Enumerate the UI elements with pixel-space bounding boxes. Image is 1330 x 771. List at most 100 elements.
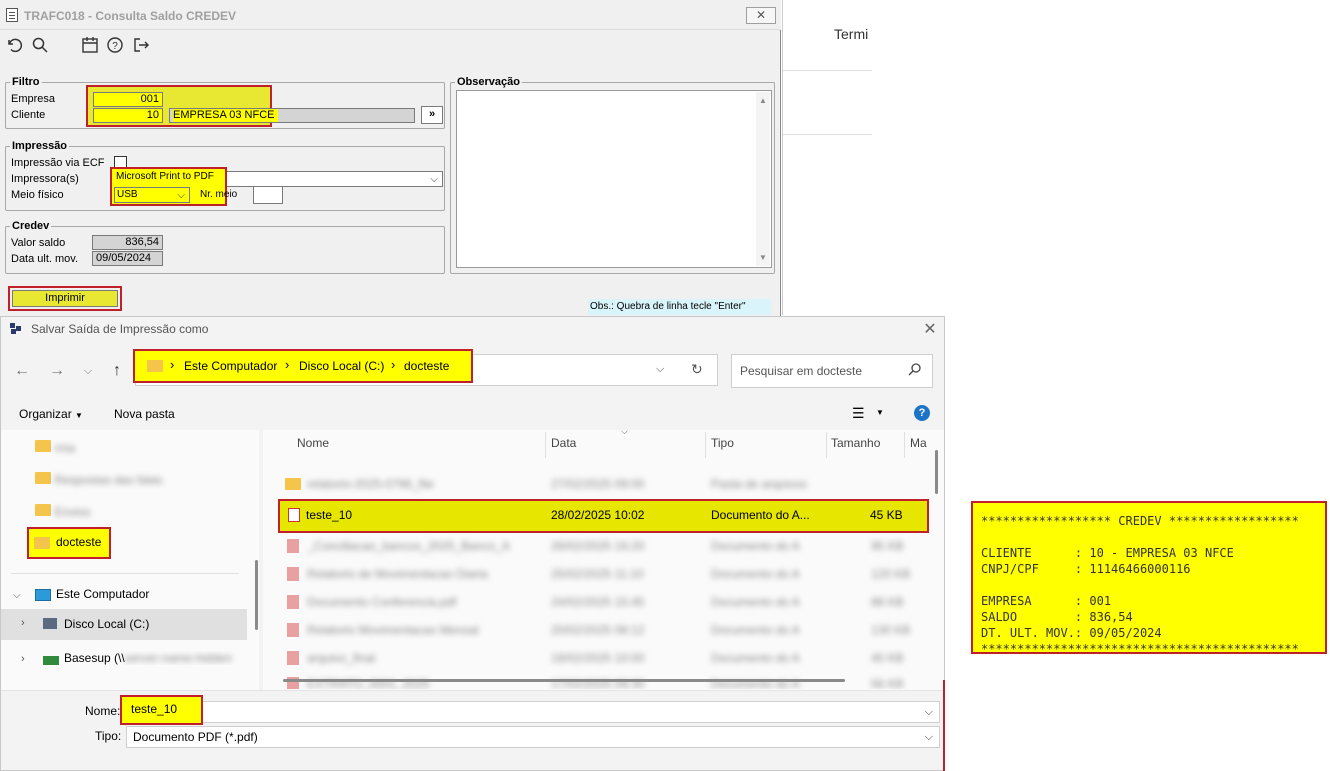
credev-receipt: ****************** CREDEV **************…: [971, 501, 1327, 654]
file-name-input[interactable]: ⌵: [124, 701, 940, 723]
data-ult-mov-field: 09/05/2024: [92, 251, 163, 266]
obs-hint: Obs.: Quebra de linha tecle "Enter": [588, 299, 771, 315]
sidebar-item-label: docteste: [56, 535, 102, 549]
cliente-field[interactable]: 10: [93, 108, 163, 123]
sidebar-item-este-computador[interactable]: Este Computador: [56, 587, 149, 601]
imprimir-button[interactable]: Imprimir: [12, 290, 118, 307]
list-item[interactable]: Documento Conferencia.pdf 24/02/2025 15:…: [285, 593, 925, 621]
lookup-button[interactable]: »: [421, 106, 443, 124]
up-arrow-icon[interactable]: ↑: [107, 362, 127, 380]
column-header-data[interactable]: Data: [551, 436, 576, 450]
scrollbar[interactable]: [255, 560, 258, 630]
chevron-down-icon[interactable]: ⌵: [925, 727, 933, 747]
file-name: teste_10: [306, 508, 353, 522]
sidebar-item-disco-local[interactable]: › Disco Local (C:): [1, 609, 247, 640]
search-icon[interactable]: [908, 362, 922, 379]
help-icon[interactable]: ?: [105, 36, 125, 56]
list-item[interactable]: relatorio-2025-0796_file 27/02/2025 09:0…: [285, 475, 925, 503]
file-type-select[interactable]: Documento PDF (*.pdf) ⌵: [126, 726, 940, 748]
chevron-right-icon[interactable]: ›: [21, 617, 25, 629]
caret-down-icon[interactable]: ▼: [876, 408, 884, 417]
credev-group: Credev: [5, 220, 445, 274]
nr-meio-label: Nr. meio: [200, 189, 238, 200]
scroll-down-icon[interactable]: ▼: [759, 253, 767, 262]
file-name-highlight: teste_10: [120, 695, 203, 725]
chevron-down-icon[interactable]: ⌵: [656, 363, 664, 376]
calendar-icon[interactable]: [80, 36, 100, 56]
scrollbar[interactable]: [935, 450, 938, 494]
refresh-icon[interactable]: ↻: [691, 361, 703, 378]
organizar-button[interactable]: Organizar ▼: [19, 407, 83, 421]
cliente-name-text: EMPRESA 03 NFCE: [173, 109, 279, 122]
breadcrumb: › Este Computador › Disco Local (C:) › d…: [133, 349, 473, 383]
horizontal-scrollbar[interactable]: [283, 679, 845, 682]
help-icon[interactable]: ?: [914, 405, 930, 421]
document-icon: [6, 8, 18, 22]
sidebar-folder[interactable]: rma: [35, 440, 235, 455]
divider: [943, 680, 945, 771]
empresa-label: Empresa: [11, 93, 56, 105]
search-placeholder: Pesquisar em docteste: [740, 364, 863, 378]
column-header-nome[interactable]: Nome: [297, 436, 329, 450]
folder-icon: [147, 360, 163, 372]
save-dialog: Salvar Saída de Impressão como ✕ ← → ⌵ ↑…: [0, 316, 945, 771]
back-arrow-icon[interactable]: ←: [12, 362, 32, 380]
chevron-down-icon[interactable]: ⌵: [925, 702, 933, 722]
network-drive-icon: [43, 656, 59, 665]
divider: [11, 573, 239, 574]
list-item[interactable]: Relatorio de Movimentacao Diaria 25/02/2…: [285, 565, 925, 593]
view-options-icon[interactable]: ☰: [852, 405, 865, 422]
chevron-down-icon[interactable]: ⌵: [78, 365, 98, 378]
observacao-textarea[interactable]: ▲ ▼: [456, 90, 772, 268]
folder-icon: [34, 537, 50, 549]
column-header-ma[interactable]: Ma: [910, 436, 927, 450]
app-icon: [10, 323, 24, 335]
pdf-file-icon: [288, 508, 300, 522]
window-title: TRAFC018 - Consulta Saldo CREDEV: [24, 9, 237, 23]
close-button[interactable]: ✕: [746, 7, 776, 24]
sort-indicator-icon: ⌵: [621, 426, 628, 436]
meio-value: USB: [117, 189, 138, 200]
ecf-checkbox[interactable]: [114, 156, 127, 169]
close-button[interactable]: ✕: [919, 319, 941, 341]
nome-label: Nome:: [85, 704, 121, 718]
nr-meio-field[interactable]: [253, 186, 283, 204]
data-ult-mov-label: Data ult. mov.: [11, 253, 79, 265]
forward-arrow-icon[interactable]: →: [47, 362, 67, 380]
chevron-down-icon[interactable]: ⌵: [13, 590, 21, 601]
chevron-down-icon: ⌵: [177, 190, 185, 201]
valor-saldo-field: 836,54: [92, 235, 163, 250]
sidebar-item-docteste[interactable]: docteste: [27, 527, 111, 559]
search-input[interactable]: Pesquisar em docteste: [731, 354, 933, 388]
search-icon[interactable]: [30, 36, 50, 56]
file-type: Documento do A...: [711, 508, 810, 522]
breadcrumb-disco-local[interactable]: Disco Local (C:): [299, 359, 384, 373]
scroll-up-icon[interactable]: ▲: [759, 96, 767, 105]
list-item[interactable]: _Conciliacao_bancos_2025_Banco_A 26/02/2…: [285, 537, 925, 565]
chevron-right-icon[interactable]: ›: [21, 653, 25, 665]
navigation-pane: rma Respostas das falas Envios docteste …: [1, 430, 259, 690]
breadcrumb-este-computador[interactable]: Este Computador: [184, 359, 277, 373]
list-item[interactable]: Relatorio Movimentacao Mensal 20/02/2025…: [285, 621, 925, 649]
empresa-field[interactable]: 001: [93, 92, 163, 107]
table-row-teste-10[interactable]: teste_10 28/02/2025 10:02 Documento do A…: [278, 499, 929, 533]
scrollbar[interactable]: ▲ ▼: [756, 92, 770, 266]
organizar-label: Organizar: [19, 407, 72, 421]
breadcrumb-docteste[interactable]: docteste: [404, 359, 449, 373]
sidebar-folder[interactable]: Respostas das falas: [35, 472, 235, 487]
ecf-label: Impressão via ECF: [11, 157, 105, 169]
computer-icon: [35, 589, 51, 601]
impressao-legend: Impressão: [12, 140, 68, 152]
column-header-tipo[interactable]: Tipo: [711, 436, 734, 450]
exit-icon[interactable]: [131, 36, 151, 56]
sidebar-folder[interactable]: Envios: [35, 504, 235, 519]
column-header-tamanho[interactable]: Tamanho: [831, 436, 880, 450]
sidebar-item-basesup[interactable]: Basesup (\\server-name-hidden: [64, 651, 254, 665]
file-list: Nome Data ⌵ Tipo Tamanho Ma relatorio-20…: [263, 426, 944, 690]
file-name-value: teste_10: [131, 702, 178, 716]
undo-icon[interactable]: [4, 36, 24, 56]
chevron-down-icon: ⌵: [430, 174, 438, 185]
meio-select[interactable]: USB ⌵: [114, 187, 190, 203]
nova-pasta-button[interactable]: Nova pasta: [114, 407, 175, 421]
consulta-saldo-window: TRAFC018 - Consulta Saldo CREDEV ✕ ? Fil…: [0, 0, 781, 318]
